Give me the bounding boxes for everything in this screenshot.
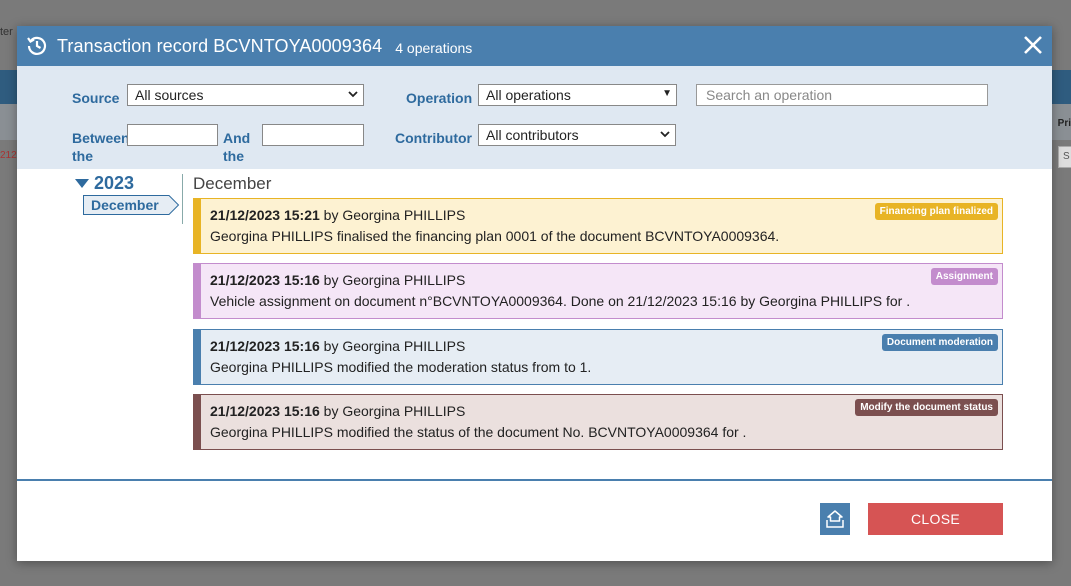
caret-down-icon bbox=[75, 179, 89, 188]
entry-description: Vehicle assignment on document n°BCVNTOY… bbox=[210, 293, 911, 309]
operation-entry: 21/12/2023 15:16 by Georgina PHILLIPS Geo… bbox=[193, 394, 1003, 450]
footer-separator bbox=[17, 479, 1052, 481]
operation-label: Operation bbox=[406, 90, 473, 106]
operation-entry: 21/12/2023 15:16 by Georgina PHILLIPS Geo… bbox=[193, 329, 1003, 385]
transaction-record-dialog: Transaction record BCVNTOYA0009364 4 ope… bbox=[17, 26, 1052, 561]
operation-type-badge: Financing plan finalized bbox=[874, 203, 998, 220]
operations-count: 4 operations bbox=[395, 39, 473, 56]
between-date-input[interactable] bbox=[127, 124, 218, 146]
operation-search-input[interactable]: Search an operation bbox=[696, 84, 988, 106]
year-toggle[interactable]: 2023 bbox=[75, 173, 134, 194]
source-select[interactable]: All sources bbox=[127, 84, 364, 106]
operation-select[interactable]: All operations ▼ bbox=[478, 84, 677, 106]
entry-header: 21/12/2023 15:16 by Georgina PHILLIPS bbox=[210, 338, 465, 354]
dialog-header: Transaction record BCVNTOYA0009364 4 ope… bbox=[17, 26, 1052, 66]
chevron-down-icon bbox=[660, 131, 670, 138]
operation-type-badge: Modify the document status bbox=[855, 399, 998, 416]
month-tab-label: December bbox=[91, 197, 159, 213]
entry-header: 21/12/2023 15:21 by Georgina PHILLIPS bbox=[210, 207, 465, 223]
chevron-down-icon bbox=[348, 91, 358, 98]
and-label: And the bbox=[223, 130, 251, 164]
operation-type-badge: Assignment bbox=[930, 268, 998, 285]
entry-header: 21/12/2023 15:16 by Georgina PHILLIPS bbox=[210, 272, 465, 288]
entry-author: by Georgina PHILLIPS bbox=[323, 272, 466, 288]
operation-entry: 21/12/2023 15:16 by Georgina PHILLIPS Veh… bbox=[193, 263, 1003, 319]
contributor-select[interactable]: All contributors bbox=[478, 124, 676, 146]
close-button[interactable]: CLOSE bbox=[868, 503, 1003, 535]
month-tab-december[interactable]: December bbox=[83, 195, 180, 215]
entry-description: Georgina PHILLIPS finalised the financin… bbox=[210, 228, 780, 244]
contributor-label: Contributor bbox=[395, 130, 472, 146]
export-button[interactable] bbox=[820, 503, 850, 535]
entry-description: Georgina PHILLIPS modified the moderatio… bbox=[210, 359, 592, 375]
entry-datetime: 21/12/2023 15:16 bbox=[210, 338, 320, 354]
month-heading: December bbox=[193, 174, 272, 193]
operation-type-badge: Document moderation bbox=[881, 334, 998, 351]
background-left-text: ter bbox=[0, 26, 13, 38]
background-right-text: Pri bbox=[1057, 118, 1071, 129]
background-right-box: S bbox=[1058, 146, 1071, 168]
timeline-divider bbox=[182, 174, 183, 224]
background-left-red: 212 bbox=[0, 150, 17, 161]
close-icon[interactable] bbox=[1022, 34, 1044, 56]
filter-panel: Source All sources Operation All operati… bbox=[17, 66, 1052, 169]
entry-description: Georgina PHILLIPS modified the status of… bbox=[210, 424, 747, 440]
and-date-input[interactable] bbox=[262, 124, 364, 146]
entry-header: 21/12/2023 15:16 by Georgina PHILLIPS bbox=[210, 403, 465, 419]
entry-datetime: 21/12/2023 15:16 bbox=[210, 272, 320, 288]
entry-datetime: 21/12/2023 15:16 bbox=[210, 403, 320, 419]
source-label: Source bbox=[72, 90, 120, 106]
entry-author: by Georgina PHILLIPS bbox=[323, 403, 466, 419]
dialog-title: Transaction record BCVNTOYA0009364 bbox=[57, 35, 383, 56]
operation-entry: 21/12/2023 15:21 by Georgina PHILLIPS Geo… bbox=[193, 198, 1003, 254]
year-label: 2023 bbox=[94, 173, 135, 193]
history-icon bbox=[27, 36, 47, 55]
between-label: Between the bbox=[72, 130, 130, 164]
dropdown-triangle-icon: ▼ bbox=[662, 88, 672, 99]
entry-author: by Georgina PHILLIPS bbox=[323, 338, 466, 354]
entry-author: by Georgina PHILLIPS bbox=[323, 207, 466, 223]
entry-datetime: 21/12/2023 15:21 bbox=[210, 207, 320, 223]
export-icon bbox=[826, 510, 844, 528]
